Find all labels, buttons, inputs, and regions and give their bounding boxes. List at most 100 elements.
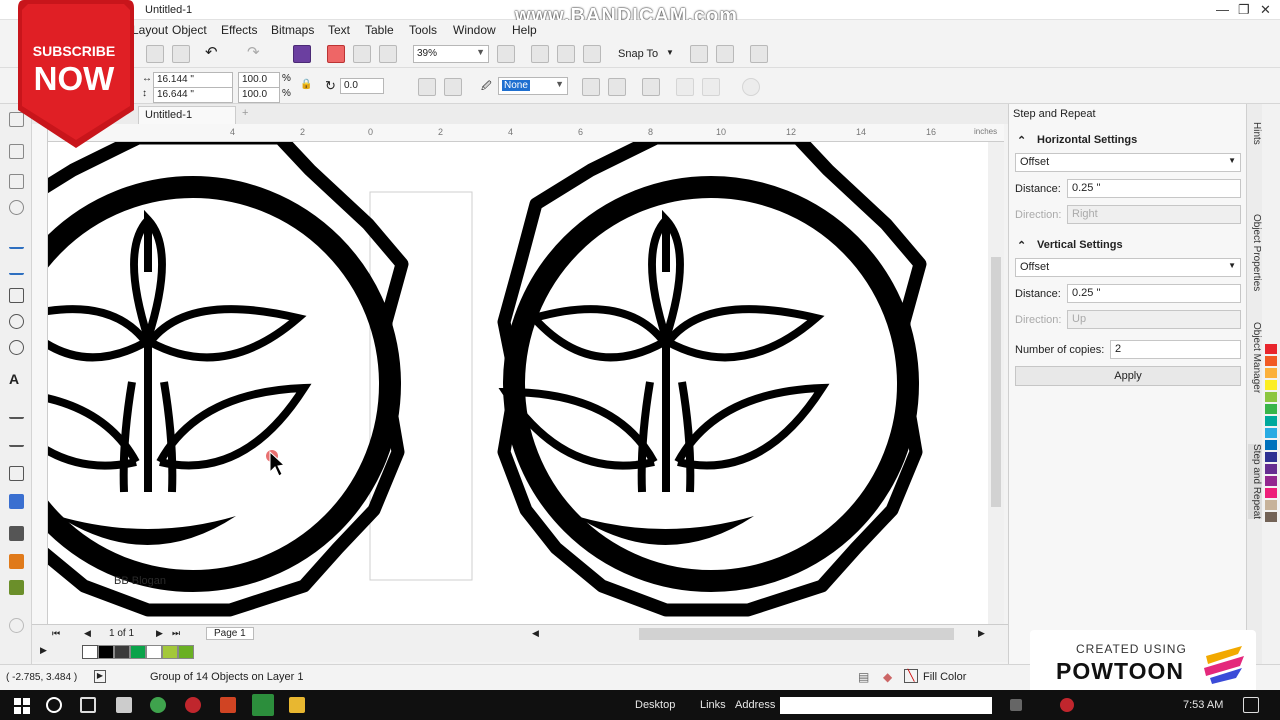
last-page-icon[interactable]: ⏭: [172, 628, 180, 639]
save-icon[interactable]: [146, 45, 164, 63]
group-icon[interactable]: [642, 78, 660, 96]
show-rulers-icon[interactable]: [531, 45, 549, 63]
undo-icon[interactable]: ↶: [205, 45, 223, 63]
new-tab-button[interactable]: +: [242, 107, 248, 119]
launch-icon[interactable]: [716, 45, 734, 63]
color-swatch[interactable]: [162, 645, 178, 659]
scale-y-field[interactable]: 100.0: [238, 87, 280, 103]
links-toolbar[interactable]: Links: [700, 699, 726, 711]
color-swatch[interactable]: [114, 645, 130, 659]
freehand-tool-icon[interactable]: [9, 234, 24, 249]
ellipse-tool-icon[interactable]: [9, 314, 24, 329]
recorder-icon[interactable]: [185, 697, 201, 713]
search-icon[interactable]: [46, 697, 62, 713]
menu-effects[interactable]: Effects: [221, 23, 257, 37]
drawing-canvas[interactable]: BB Blogan: [48, 142, 988, 626]
menu-bitmaps[interactable]: Bitmaps: [271, 23, 314, 37]
break-apart-icon[interactable]: [702, 78, 720, 96]
desktop-toolbar[interactable]: Desktop: [635, 699, 675, 711]
import-icon[interactable]: [327, 45, 345, 63]
text-tool-icon[interactable]: A: [9, 372, 24, 387]
chrome-icon[interactable]: [150, 697, 166, 713]
menu-window[interactable]: Window: [453, 23, 496, 37]
to-back-icon[interactable]: [608, 78, 626, 96]
object-width-field[interactable]: 16.144 ": [153, 72, 233, 88]
scroll-left-icon[interactable]: ◀: [532, 628, 539, 639]
connector-tool-icon[interactable]: [9, 432, 24, 447]
no-color-swatch[interactable]: [82, 645, 98, 659]
polygon-tool-icon[interactable]: [9, 340, 24, 355]
menu-layout[interactable]: Layout: [132, 23, 168, 37]
menu-tools[interactable]: Tools: [409, 23, 437, 37]
palette-color[interactable]: [1265, 488, 1277, 498]
artistic-media-tool-icon[interactable]: [9, 260, 24, 275]
options-icon[interactable]: [690, 45, 708, 63]
object-height-field[interactable]: 16.644 ": [153, 87, 233, 103]
rectangle-tool-icon[interactable]: [9, 288, 24, 303]
next-page-icon[interactable]: ▶: [156, 628, 163, 639]
palette-color[interactable]: [1265, 512, 1277, 522]
notifications-icon[interactable]: [1243, 697, 1259, 713]
print-icon[interactable]: [172, 45, 190, 63]
tray-recorder-icon[interactable]: [1060, 698, 1074, 712]
mirror-vertical-icon[interactable]: [444, 78, 462, 96]
palette-color[interactable]: [1265, 392, 1277, 402]
vertical-mode-select[interactable]: Offset ▼: [1015, 258, 1241, 277]
full-screen-icon[interactable]: [497, 45, 515, 63]
tray-app-icon[interactable]: [1010, 699, 1022, 711]
address-input[interactable]: [780, 697, 992, 714]
rotation-angle-field[interactable]: 0.0: [340, 78, 384, 94]
lock-ratio-icon[interactable]: 🔒: [300, 79, 312, 90]
zoom-combo[interactable]: 39% ▼: [413, 45, 489, 63]
menu-table[interactable]: Table: [365, 23, 394, 37]
palette-color[interactable]: [1265, 356, 1277, 366]
horizontal-distance-field[interactable]: 0.25 ": [1067, 179, 1241, 198]
collapse-icon[interactable]: ⌃: [1017, 239, 1026, 252]
snap-to-menu[interactable]: Snap To: [618, 48, 658, 60]
horizontal-direction-select[interactable]: Right: [1067, 205, 1241, 224]
combine-icon[interactable]: [676, 78, 694, 96]
add-icon[interactable]: [742, 78, 760, 96]
coreldraw-taskbar-icon[interactable]: [252, 694, 274, 716]
show-guidelines-icon[interactable]: [583, 45, 601, 63]
apply-button[interactable]: Apply: [1015, 366, 1241, 386]
export-icon[interactable]: [353, 45, 371, 63]
close-button[interactable]: ✕: [1260, 2, 1271, 18]
outline-width-combo[interactable]: None ▼: [498, 77, 568, 95]
tab-object-manager[interactable]: Object Manager: [1248, 322, 1262, 393]
collapse-icon[interactable]: ⌃: [1017, 134, 1026, 147]
tab-step-and-repeat[interactable]: Step and Repeat: [1248, 444, 1262, 520]
parallel-dimension-tool-icon[interactable]: [9, 404, 24, 419]
powerpoint-icon[interactable]: [220, 697, 236, 713]
smart-fill-tool-icon[interactable]: [9, 580, 24, 595]
menu-text[interactable]: Text: [328, 23, 350, 37]
palette-color[interactable]: [1265, 440, 1277, 450]
color-swatch[interactable]: [178, 645, 194, 659]
palette-color[interactable]: [1265, 416, 1277, 426]
vertical-distance-field[interactable]: 0.25 ": [1067, 284, 1241, 303]
drop-shadow-tool-icon[interactable]: [9, 466, 24, 481]
palette-color[interactable]: [1265, 464, 1277, 474]
add-tool-icon[interactable]: [9, 618, 24, 633]
mail-icon[interactable]: [116, 697, 132, 713]
redo-icon[interactable]: ↷: [247, 45, 265, 63]
vertical-scroll-thumb[interactable]: [991, 257, 1001, 507]
tab-untitled-1[interactable]: Untitled-1: [138, 106, 236, 124]
tab-object-properties[interactable]: Object Properties: [1248, 214, 1262, 291]
vertical-scrollbar[interactable]: [988, 142, 1004, 626]
interactive-fill-tool-icon[interactable]: [9, 554, 24, 569]
mirror-horizontal-icon[interactable]: [418, 78, 436, 96]
minimize-button[interactable]: —: [1216, 2, 1229, 17]
color-swatch[interactable]: [146, 645, 162, 659]
palette-color[interactable]: [1265, 344, 1277, 354]
menu-help[interactable]: Help: [512, 23, 537, 37]
eyedropper-tool-icon[interactable]: [9, 526, 24, 541]
color-swatch[interactable]: [130, 645, 146, 659]
horizontal-mode-select[interactable]: Offset ▼: [1015, 153, 1241, 172]
palette-color[interactable]: [1265, 368, 1277, 378]
scale-x-field[interactable]: 100.0: [238, 72, 280, 88]
palette-expand-icon[interactable]: ▶: [40, 645, 47, 656]
previous-page-icon[interactable]: ◀: [84, 628, 91, 639]
palette-color[interactable]: [1265, 452, 1277, 462]
page-1-tab[interactable]: Page 1: [206, 627, 254, 640]
